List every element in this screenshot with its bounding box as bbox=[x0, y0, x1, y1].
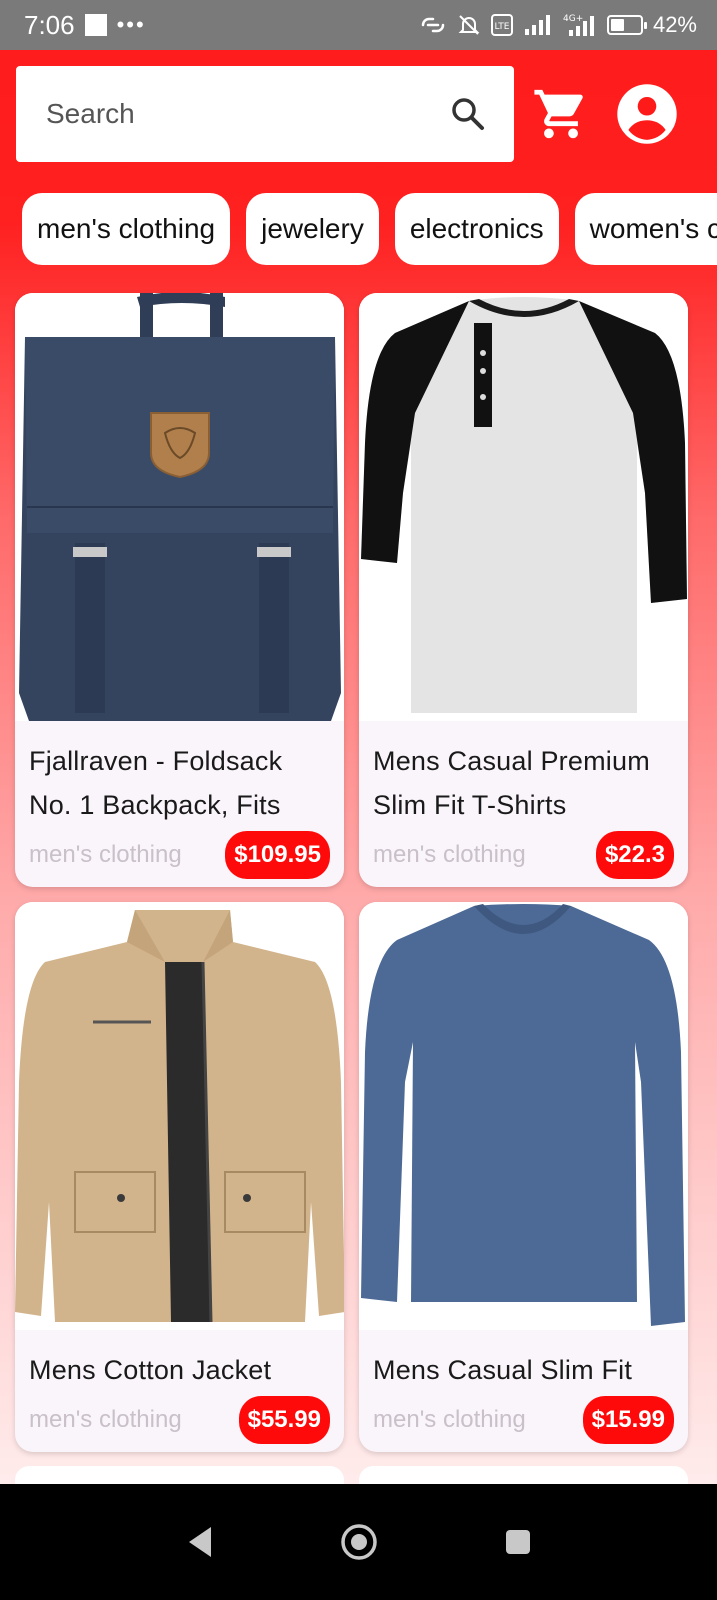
status-right: LTE 4G+ 42% bbox=[419, 12, 717, 38]
price-badge: $15.99 bbox=[582, 1396, 674, 1444]
category-chips: men's clothing jewelery electronics wome… bbox=[22, 193, 717, 265]
product-card[interactable]: Mens Cotton Jacket men's clothing $55.99 bbox=[15, 902, 344, 1452]
product-title: Mens Casual Premium Slim Fit T-Shirts bbox=[373, 746, 650, 820]
svg-text:LTE: LTE bbox=[494, 22, 509, 32]
product-image-jacket bbox=[15, 902, 344, 1330]
product-card-body: Mens Casual Premium Slim Fit T-Shirts me… bbox=[359, 721, 688, 887]
product-card-peek[interactable] bbox=[359, 1466, 688, 1486]
navigation-bar bbox=[0, 1484, 717, 1600]
product-image-longsleeve bbox=[359, 902, 688, 1330]
product-title: Fjallraven - Foldsack No. 1 Backpack, Fi… bbox=[29, 746, 283, 820]
app-screen: 7:06 ••• LTE 4G+ 42% Search men's clothi… bbox=[0, 0, 717, 1600]
product-footer: men's clothing $109.95 bbox=[29, 831, 330, 879]
category-chip-womens-clothing[interactable]: women's clothing bbox=[574, 193, 717, 265]
home-button[interactable] bbox=[329, 1512, 389, 1572]
signal-4g-icon: 4G+ bbox=[563, 13, 597, 37]
category-chip-electronics[interactable]: electronics bbox=[394, 193, 559, 265]
search-icon[interactable] bbox=[450, 96, 486, 132]
product-footer: men's clothing $15.99 bbox=[373, 1396, 674, 1444]
search-box[interactable] bbox=[16, 66, 514, 162]
next-row-peek bbox=[15, 1466, 689, 1486]
battery-level: 42% bbox=[652, 12, 697, 37]
price-badge: $109.95 bbox=[225, 831, 330, 879]
product-image-tshirt bbox=[359, 293, 688, 721]
top-bar bbox=[16, 66, 701, 162]
product-image-backpack bbox=[15, 293, 344, 721]
product-category: men's clothing bbox=[29, 841, 182, 868]
volte-icon: LTE bbox=[490, 14, 513, 36]
product-card-peek[interactable] bbox=[15, 1466, 344, 1486]
mute-bell-icon bbox=[457, 13, 481, 37]
battery-icon bbox=[606, 15, 647, 35]
status-left: 7:06 ••• bbox=[0, 10, 146, 41]
svg-text:4G+: 4G+ bbox=[563, 14, 583, 24]
product-card[interactable]: Mens Casual Premium Slim Fit T-Shirts me… bbox=[359, 293, 688, 887]
status-time: 7:06 bbox=[24, 9, 75, 40]
product-category: men's clothing bbox=[29, 1406, 182, 1433]
product-card[interactable]: Fjallraven - Foldsack No. 1 Backpack, Fi… bbox=[15, 293, 344, 887]
back-button[interactable] bbox=[170, 1512, 230, 1572]
product-category: men's clothing bbox=[373, 1406, 526, 1433]
notification-icon bbox=[84, 14, 107, 36]
search-input[interactable] bbox=[44, 97, 450, 131]
price-badge: $55.99 bbox=[238, 1396, 330, 1444]
more-notifications-icon: ••• bbox=[116, 12, 146, 37]
product-card-body: Mens Casual Slim Fit men's clothing $15.… bbox=[359, 1330, 688, 1452]
signal-icon bbox=[523, 14, 553, 36]
product-title: Mens Casual Slim Fit bbox=[373, 1355, 633, 1385]
status-bar: 7:06 ••• LTE 4G+ 42% bbox=[0, 0, 717, 50]
product-card[interactable]: Mens Casual Slim Fit men's clothing $15.… bbox=[359, 902, 688, 1452]
category-chip-jewelery[interactable]: jewelery bbox=[246, 193, 379, 265]
recents-button[interactable] bbox=[488, 1512, 548, 1572]
product-title: Mens Cotton Jacket bbox=[29, 1355, 272, 1385]
link-icon bbox=[419, 14, 447, 36]
cart-icon[interactable] bbox=[530, 83, 592, 145]
product-footer: men's clothing $55.99 bbox=[29, 1396, 330, 1444]
category-chip-mens-clothing[interactable]: men's clothing bbox=[22, 193, 231, 265]
product-card-body: Fjallraven - Foldsack No. 1 Backpack, Fi… bbox=[15, 721, 344, 887]
product-footer: men's clothing $22.3 bbox=[373, 831, 674, 879]
product-category: men's clothing bbox=[373, 841, 526, 868]
price-badge: $22.3 bbox=[595, 831, 674, 879]
profile-icon[interactable] bbox=[616, 83, 678, 145]
product-card-body: Mens Cotton Jacket men's clothing $55.99 bbox=[15, 1330, 344, 1452]
